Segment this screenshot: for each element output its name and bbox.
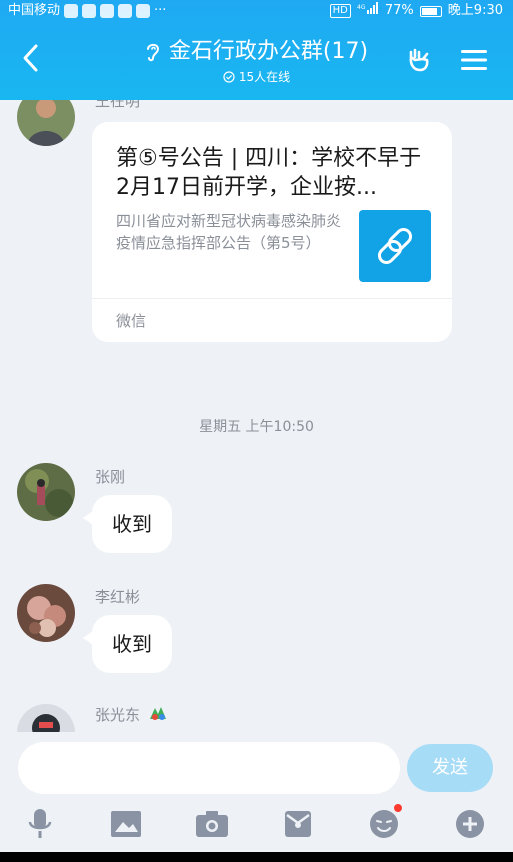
more-notifications-icon: ··· — [154, 3, 167, 18]
avatar[interactable] — [17, 463, 75, 521]
emoji-icon — [370, 810, 398, 838]
link-thumbnail — [359, 210, 431, 282]
group-app-button[interactable] — [402, 42, 438, 78]
hd-icon: HD — [329, 4, 351, 18]
notification-icon — [136, 4, 151, 18]
avatar[interactable] — [17, 704, 75, 732]
status-bar: 中国移动 ··· HD 4G 77% 晚上9:30 — [0, 0, 513, 22]
emoji-button[interactable] — [362, 802, 406, 846]
voice-button[interactable] — [18, 802, 62, 846]
sender-name: 李红彬 — [95, 588, 141, 606]
online-status: 15人在线 — [100, 68, 413, 85]
message-list[interactable]: 王在明 第⑤号公告 | 四川：学校不早于2月17日前开学，企业按... 四川省应… — [0, 100, 513, 732]
avatar[interactable] — [17, 584, 75, 642]
title-bar: 金石行政办公群(17) 15人在线 — [0, 22, 513, 100]
menu-icon — [461, 50, 487, 70]
sender-name: 王在明 — [95, 100, 141, 110]
input-bar: 发送 — [0, 732, 513, 862]
chat-header: 中国移动 ··· HD 4G 77% 晚上9:30 金石行政办公群(17) 15… — [0, 0, 513, 100]
sender-name: 张刚 — [95, 468, 126, 486]
sender-name: 张光东 — [95, 704, 169, 725]
svg-text:4G: 4G — [357, 4, 366, 11]
card-divider — [92, 298, 452, 299]
hand-gesture-icon — [409, 48, 429, 72]
notification-icon — [100, 4, 115, 18]
status-left: 中国移动 ··· — [8, 0, 166, 22]
camera-button[interactable] — [190, 802, 234, 846]
microphone-icon — [28, 809, 52, 838]
chevron-left-icon — [23, 44, 38, 72]
notification-icon — [118, 4, 133, 18]
link-card[interactable]: 第⑤号公告 | 四川：学校不早于2月17日前开学，企业按... 四川省应对新型冠… — [92, 122, 452, 342]
carrier-label: 中国移动 — [8, 3, 61, 18]
ear-icon — [146, 43, 159, 62]
notification-icon — [82, 4, 97, 18]
card-description: 四川省应对新型冠状病毒感染肺炎疫情应急指挥部公告（第5号） — [116, 212, 342, 252]
status-right: HD 4G 77% 晚上9:30 — [329, 0, 503, 22]
back-button[interactable] — [14, 38, 46, 78]
card-title: 第⑤号公告 | 四川：学校不早于2月17日前开学，企业按... — [116, 146, 422, 200]
member-badge-icon — [149, 707, 166, 720]
avatar[interactable] — [17, 100, 75, 146]
online-count: 15人在线 — [238, 70, 291, 84]
message-input[interactable] — [18, 742, 400, 794]
send-button[interactable]: 发送 — [407, 744, 493, 792]
notification-dot — [394, 804, 402, 812]
signal-icon: 4G — [357, 0, 379, 22]
red-packet-button[interactable] — [276, 802, 320, 846]
notification-icon — [64, 4, 79, 18]
message-bubble[interactable]: 收到 — [83, 615, 172, 673]
time-separator: 星期五 上午10:50 — [199, 419, 314, 435]
more-button[interactable] — [448, 802, 492, 846]
red-packet-icon — [285, 811, 311, 837]
system-nav-bar — [0, 852, 513, 862]
photo-button[interactable] — [104, 802, 148, 846]
chat-title-area[interactable]: 金石行政办公群(17) 15人在线 — [100, 38, 413, 85]
link-icon — [377, 227, 413, 265]
battery-percent: 77% — [384, 3, 414, 18]
sender-name-text: 张光东 — [95, 706, 141, 724]
card-source: 微信 — [116, 312, 147, 330]
menu-button[interactable] — [454, 42, 494, 78]
camera-icon — [196, 811, 228, 837]
image-icon — [111, 811, 141, 837]
plus-circle-icon — [456, 810, 484, 838]
message-bubble[interactable]: 收到 — [83, 495, 172, 553]
battery-icon — [419, 5, 442, 17]
clock: 晚上9:30 — [447, 3, 503, 18]
chat-title: 金石行政办公群(17) — [168, 39, 369, 64]
online-check-icon — [223, 70, 235, 83]
